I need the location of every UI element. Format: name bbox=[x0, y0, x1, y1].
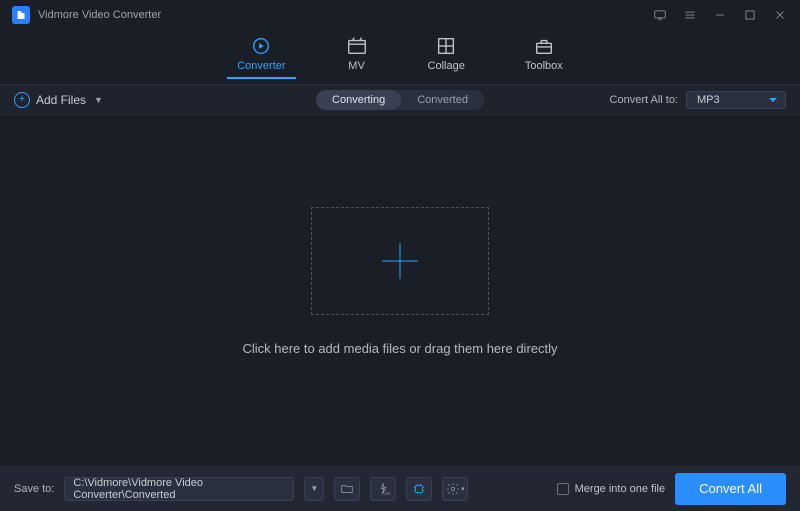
subbar: + Add Files ▼ Converting Converted Conve… bbox=[0, 85, 800, 115]
convert-all-to-label: Convert All to: bbox=[610, 94, 678, 106]
save-to-label: Save to: bbox=[14, 483, 54, 495]
plus-icon bbox=[382, 243, 418, 279]
merge-label: Merge into one file bbox=[575, 483, 666, 495]
minimize-icon[interactable] bbox=[712, 7, 728, 23]
checkbox-icon bbox=[557, 483, 569, 495]
lightning-off-button[interactable]: OFF bbox=[370, 477, 396, 501]
convert-all-button[interactable]: Convert All bbox=[675, 473, 786, 505]
gpu-accel-button[interactable] bbox=[406, 477, 432, 501]
chevron-down-icon: ▼ bbox=[94, 95, 103, 105]
tab-label: MV bbox=[348, 60, 365, 72]
menu-icon[interactable] bbox=[682, 7, 698, 23]
tab-converter[interactable]: Converter bbox=[237, 36, 285, 78]
app-logo bbox=[12, 6, 30, 24]
tab-label: Toolbox bbox=[525, 60, 563, 72]
tab-label: Collage bbox=[428, 60, 465, 72]
toggle-converting[interactable]: Converting bbox=[316, 90, 401, 110]
tab-label: Converter bbox=[237, 60, 285, 72]
settings-button[interactable]: ▾ bbox=[442, 477, 468, 501]
tab-toolbox[interactable]: Toolbox bbox=[525, 36, 563, 78]
bottombar: Save to: C:\Vidmore\Vidmore Video Conver… bbox=[0, 466, 800, 511]
app-title: Vidmore Video Converter bbox=[38, 9, 161, 21]
plus-circle-icon: + bbox=[14, 92, 30, 108]
add-files-button[interactable]: + Add Files ▼ bbox=[14, 92, 103, 108]
toolbox-icon bbox=[533, 36, 555, 56]
maximize-icon[interactable] bbox=[742, 7, 758, 23]
tab-collage[interactable]: Collage bbox=[428, 36, 465, 78]
feedback-icon[interactable] bbox=[652, 7, 668, 23]
converter-icon bbox=[250, 36, 272, 56]
svg-text:OFF: OFF bbox=[385, 491, 391, 495]
save-path-field[interactable]: C:\Vidmore\Vidmore Video Converter\Conve… bbox=[64, 477, 294, 501]
nav-tabs: Converter MV Collage Toolbox bbox=[0, 30, 800, 85]
add-files-label: Add Files bbox=[36, 93, 86, 107]
collage-icon bbox=[435, 36, 457, 56]
output-format-select[interactable]: MP3 bbox=[686, 91, 786, 109]
save-path-value: C:\Vidmore\Vidmore Video Converter\Conve… bbox=[73, 477, 285, 501]
view-toggle: Converting Converted bbox=[316, 90, 484, 110]
tab-mv[interactable]: MV bbox=[346, 36, 368, 78]
merge-checkbox[interactable]: Merge into one file bbox=[557, 483, 666, 495]
dropzone-hint: Click here to add media files or drag th… bbox=[242, 341, 557, 356]
save-path-dropdown[interactable]: ▼ bbox=[304, 477, 324, 501]
dropzone-box bbox=[311, 207, 489, 315]
open-folder-button[interactable] bbox=[334, 477, 360, 501]
close-icon[interactable] bbox=[772, 7, 788, 23]
toggle-converted[interactable]: Converted bbox=[401, 90, 484, 110]
titlebar: Vidmore Video Converter bbox=[0, 0, 800, 30]
selected-format: MP3 bbox=[697, 94, 720, 106]
drop-area[interactable]: Click here to add media files or drag th… bbox=[0, 115, 800, 448]
mv-icon bbox=[346, 36, 368, 56]
